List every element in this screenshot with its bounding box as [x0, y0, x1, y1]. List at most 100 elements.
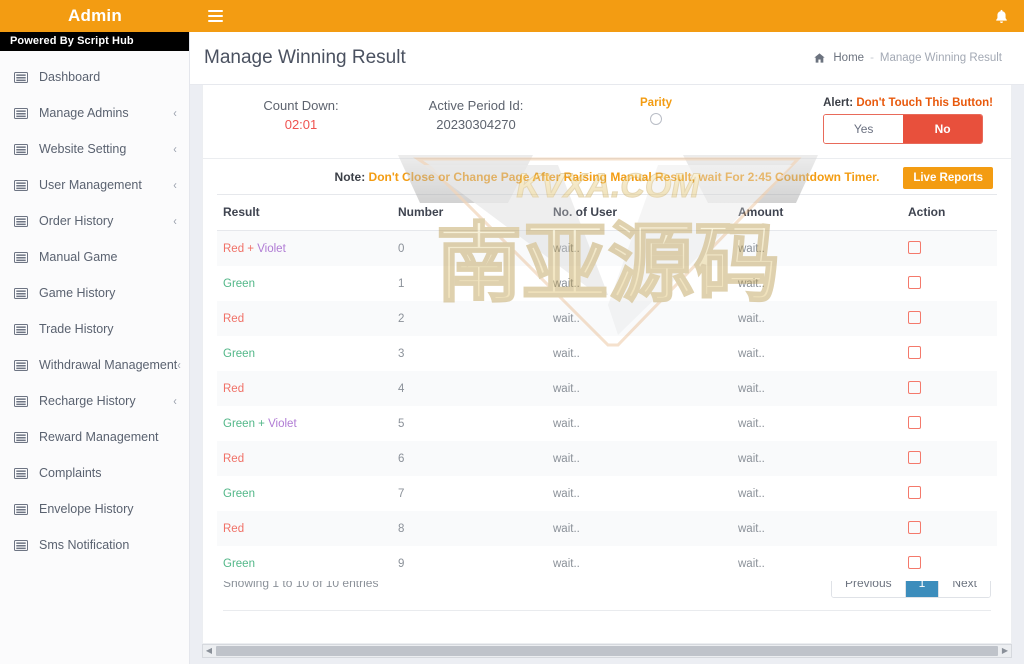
sidebar-item-label: Recharge History — [39, 394, 136, 408]
cell-result: Green — [217, 476, 392, 511]
cell-action — [902, 511, 997, 546]
sidebar-item-manage-admins[interactable]: Manage Admins ‹ — [0, 95, 189, 131]
result-token: Red — [223, 522, 245, 535]
sidebar-item-complaints[interactable]: Complaints — [0, 455, 189, 491]
sidebar-item-game-history[interactable]: Game History — [0, 275, 189, 311]
row-select-checkbox[interactable] — [908, 486, 921, 499]
scrollbar-thumb[interactable] — [216, 646, 998, 656]
sidebar-item-manual-game[interactable]: Manual Game — [0, 239, 189, 275]
table-head: Result Number No. of User Amount Action — [217, 194, 997, 231]
sidebar-item-label: Dashboard — [39, 70, 101, 84]
cell-action — [902, 441, 997, 476]
horizontal-scrollbar[interactable]: ◀ ▶ — [202, 644, 1012, 658]
sidebar-item-user-management[interactable]: User Management ‹ — [0, 167, 189, 203]
yes-button[interactable]: Yes — [824, 115, 904, 143]
sidebar-item-label: User Management — [39, 178, 142, 192]
note-row: Note: Don't Close or Change Page After R… — [203, 159, 1011, 194]
countdown-block: Count Down: 02:01 — [221, 97, 381, 135]
table-row: Red 6 wait.. wait.. — [217, 441, 997, 476]
row-select-checkbox[interactable] — [908, 556, 921, 569]
sidebar-item-label: Manual Game — [39, 250, 118, 264]
row-select-checkbox[interactable] — [908, 276, 921, 289]
results-table-area: Result Number No. of User Amount Action Red … — [203, 194, 1011, 581]
row-select-checkbox[interactable] — [908, 381, 921, 394]
row-select-checkbox[interactable] — [908, 416, 921, 429]
cell-action — [902, 406, 997, 441]
sidebar-item-dashboard[interactable]: Dashboard — [0, 59, 189, 95]
sidebar-item-withdrawal-management[interactable]: Withdrawal Management ‹ — [0, 347, 189, 383]
parity-radio[interactable] — [650, 113, 662, 125]
column-header-amount: Amount — [732, 194, 902, 231]
bell-icon[interactable] — [984, 0, 1018, 32]
table-row: Green 7 wait.. wait.. — [217, 476, 997, 511]
cell-number: 5 — [398, 417, 405, 430]
menu-list-icon — [14, 503, 30, 516]
cell-amount: wait.. — [738, 312, 765, 325]
cell-number: 0 — [398, 242, 405, 255]
chevron-left-icon: ‹ — [173, 142, 177, 156]
column-header-number: Number — [392, 194, 547, 231]
live-reports-button[interactable]: Live Reports — [903, 167, 993, 189]
row-select-checkbox[interactable] — [908, 451, 921, 464]
cell-number: 2 — [398, 312, 405, 325]
sidebar-item-website-setting[interactable]: Website Setting ‹ — [0, 131, 189, 167]
top-bar: Admin — [0, 0, 1024, 32]
chevron-left-icon: ‹ — [173, 178, 177, 192]
cell-result: Red — [217, 301, 392, 336]
menu-list-icon — [14, 215, 30, 228]
cell-no-of-user: wait.. — [553, 452, 580, 465]
sidebar-item-order-history[interactable]: Order History ‹ — [0, 203, 189, 239]
active-period-label: Active Period Id: — [428, 98, 524, 113]
scroll-right-arrow[interactable]: ▶ — [999, 647, 1011, 655]
content-card: KVXA.COM 南亚源码 Count Down: 02:01 Active P… — [202, 85, 1012, 644]
table-header-row: Result Number No. of User Amount Action — [217, 194, 997, 231]
sidebar-item-sms-notification[interactable]: Sms Notification — [0, 527, 189, 563]
menu-list-icon — [14, 143, 30, 156]
sidebar-item-trade-history[interactable]: Trade History — [0, 311, 189, 347]
table-row: Red 4 wait.. wait.. — [217, 371, 997, 406]
powered-by-banner: Powered By Script Hub — [0, 32, 189, 51]
breadcrumb-current: Manage Winning Result — [879, 52, 1002, 64]
result-token: + — [254, 417, 269, 430]
note-message: Don't Close or Change Page After Raising… — [368, 170, 880, 184]
cell-no-of-user: wait.. — [553, 417, 580, 430]
hamburger-icon[interactable] — [196, 0, 234, 32]
alert-block: Alert: Don't Touch This Button! Yes No — [823, 97, 993, 144]
scroll-left-arrow[interactable]: ◀ — [203, 647, 215, 655]
yes-no-toggle-group: Yes No — [823, 114, 984, 144]
result-token: Green — [223, 557, 255, 570]
cell-number: 6 — [398, 452, 405, 465]
cell-number: 9 — [398, 557, 405, 570]
table-row: Red 2 wait.. wait.. — [217, 301, 997, 336]
sidebar-item-label: Website Setting — [39, 142, 127, 156]
row-select-checkbox[interactable] — [908, 241, 921, 254]
card-tail-space — [203, 611, 1011, 643]
countdown-value: 02:01 — [284, 116, 318, 132]
cell-no-of-user: wait.. — [553, 487, 580, 500]
cell-amount: wait.. — [738, 417, 765, 430]
breadcrumb: Home - Manage Winning Result — [814, 52, 1002, 64]
menu-list-icon — [14, 395, 30, 408]
table-body: Red + Violet 0 wait.. wait.. Green 1 wait.. wai… — [217, 230, 997, 581]
sidebar-item-label: Reward Management — [39, 430, 159, 444]
result-token: Red — [223, 242, 245, 255]
cell-result: Green + Violet — [217, 406, 392, 441]
cell-number: 1 — [398, 277, 405, 290]
no-button[interactable]: No — [903, 115, 983, 143]
sidebar-item-label: Complaints — [39, 466, 102, 480]
row-select-checkbox[interactable] — [908, 521, 921, 534]
parity-block: Parity — [571, 97, 741, 130]
cell-amount: wait.. — [738, 382, 765, 395]
row-select-checkbox[interactable] — [908, 311, 921, 324]
home-icon — [814, 53, 826, 63]
sidebar-item-recharge-history[interactable]: Recharge History ‹ — [0, 383, 189, 419]
cell-action — [902, 546, 997, 581]
breadcrumb-home[interactable]: Home — [833, 52, 864, 64]
row-select-checkbox[interactable] — [908, 346, 921, 359]
sidebar-item-envelope-history[interactable]: Envelope History — [0, 491, 189, 527]
cell-amount: wait.. — [738, 487, 765, 500]
active-period-value: 20230304270 — [436, 116, 516, 132]
sidebar-item-reward-management[interactable]: Reward Management — [0, 419, 189, 455]
alert-text: Alert: Don't Touch This Button! — [823, 97, 993, 109]
cell-action — [902, 476, 997, 511]
